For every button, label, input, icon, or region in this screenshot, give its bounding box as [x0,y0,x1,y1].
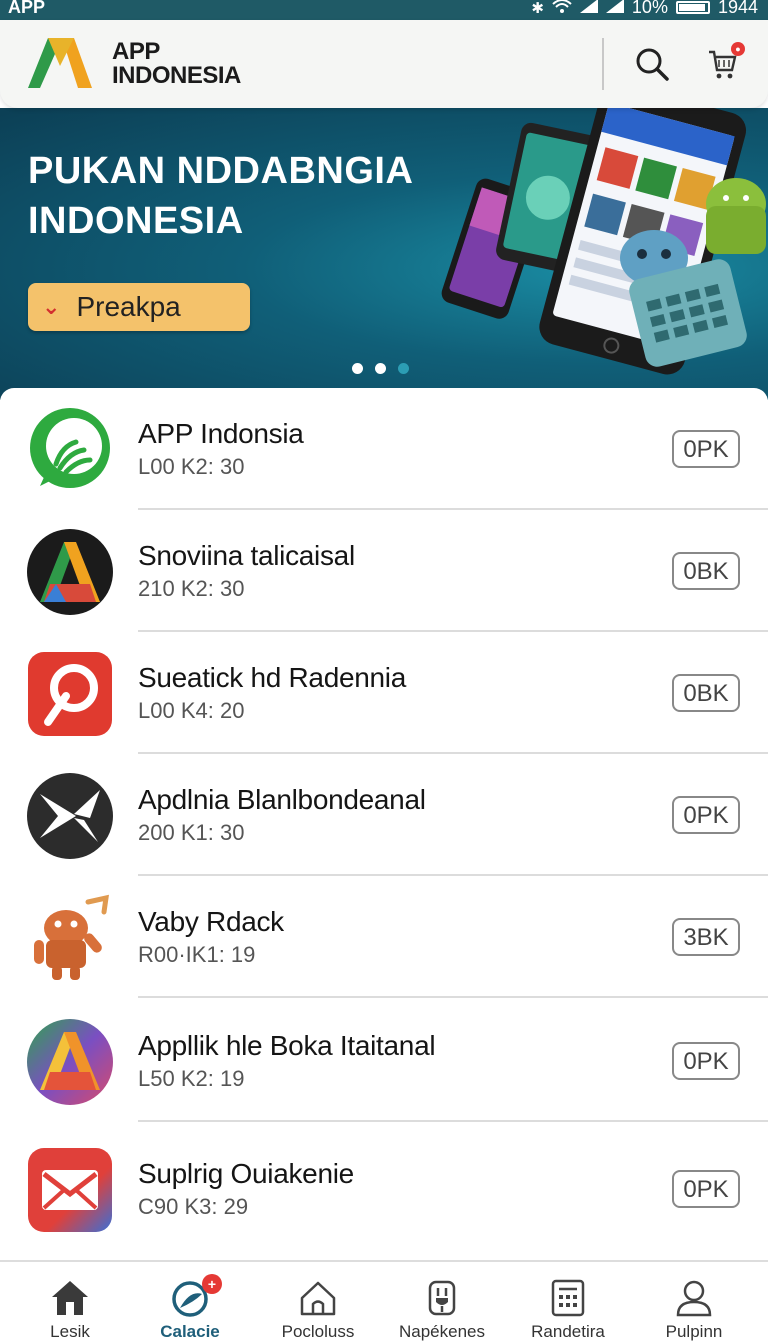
app-name: Vaby Rdack [138,906,284,937]
cart-button[interactable]: ● [702,42,745,84]
whatsapp-style-icon [30,408,110,488]
list-item[interactable]: APP Indonsia L00 K2: 30 0PK [0,388,768,510]
nav-badge: + [202,1274,222,1294]
cart-badge: ● [731,42,745,56]
status-bar: APP ✱ 10% 1944 [0,0,768,20]
home-icon [52,1281,88,1315]
app-name: Apdlnia Blanlbondeanal [138,784,426,815]
carousel-dot[interactable] [375,363,386,374]
calculator-icon [551,1279,585,1317]
app-meta: C90 K3: 29 [138,1194,249,1219]
carousel-dot[interactable] [398,363,409,374]
app-action-button[interactable]: 0PK [672,796,740,834]
list-item[interactable]: Appllik hle Boka Itaitanal L50 K2: 19 0P… [0,1000,768,1122]
app-name: Appllik hle Boka Itaitanal [138,1030,436,1061]
app-meta: R00·IK1: 19 [138,942,256,967]
header-divider [602,38,604,90]
search-button[interactable] [632,44,672,84]
triangle-logo-icon [27,529,113,615]
nav-label: Randetira [531,1322,605,1341]
nav-label: Lesik [50,1322,90,1341]
carousel-dot[interactable] [352,363,363,374]
app-list: APP Indonsia L00 K2: 30 0PK Snoviina tal… [0,388,768,1260]
nav-label: Napékenes [398,1322,485,1341]
nav-item-pocloluss[interactable]: Pocloluss [254,1262,382,1344]
nav-item-randetira[interactable]: Randetira [504,1262,632,1344]
row-divider [138,1120,768,1122]
nav-item-calacie[interactable]: + Calacie [126,1262,254,1344]
nav-label: Pulpinn [665,1322,723,1341]
app-name: Snoviina talicaisal [138,540,355,571]
app-meta: 210 K2: 30 [138,576,245,601]
list-item[interactable]: Sueatick hd Radennia L00 K4: 20 0BK [0,632,768,754]
list-item[interactable]: Suplrig Ouiakenie C90 K3: 29 0PK [0,1128,768,1250]
row-divider [138,996,768,998]
signal-icon [579,0,598,17]
app-logo [28,38,92,88]
pinterest-style-icon [28,652,112,736]
mail-icon [28,1148,112,1232]
status-right: ✱ 10% 1944 [531,0,758,18]
list-item[interactable]: Apdlnia Blanlbondeanal 200 K1: 30 0PK [0,754,768,876]
app-name: Sueatick hd Radennia [138,662,406,693]
app-meta: 200 K1: 30 [138,820,245,845]
app-header: APP INDONESIA ● [0,20,768,108]
promo-banner[interactable]: PUKAN NDDABNGIA INDONESIA ⌄ Preakpa [0,108,768,400]
app-name: APP Indonsia [138,418,304,449]
banner-cta-button[interactable]: ⌄ Preakpa [28,283,250,331]
house-outline-icon [300,1281,336,1316]
signal-icon [605,0,624,17]
status-time: 1944 [717,0,758,17]
nav-item-napekenes[interactable]: Napékenes [378,1262,506,1344]
banner-title: PUKAN NDDABNGIA INDONESIA [28,150,412,242]
app-meta: L00 K2: 30 [138,454,245,479]
banner-cta-label: Preakpa [76,291,181,322]
bottom-navigation: Lesik + Calacie Pocloluss Napékenes Rand… [0,1260,768,1344]
nav-label: Pocloluss [281,1322,355,1341]
app-action-button[interactable]: 3BK [672,918,740,956]
plug-icon [428,1280,456,1316]
app-action-button[interactable]: 0PK [672,1042,740,1080]
app-name: Suplrig Ouiakenie [138,1158,354,1189]
battery-icon [675,1,710,14]
bird-icon [27,773,113,859]
wifi-icon [552,0,572,17]
phones-illustration [441,108,766,375]
app-meta: L50 K2: 19 [138,1066,245,1091]
battery-percent: 10% [631,0,668,17]
brand-name: APP INDONESIA [112,40,241,88]
list-item[interactable]: Vaby Rdack R00·IK1: 19 3BK [0,876,768,998]
gradient-triangle-icon [27,1019,113,1105]
profile-icon [676,1280,712,1317]
status-carrier: APP [8,0,46,17]
app-action-button[interactable]: 0BK [672,674,740,712]
brand-line-1: APP [112,38,160,65]
app-action-button[interactable]: 0PK [672,430,740,468]
bluetooth-icon: ✱ [531,0,544,17]
nav-item-lesik[interactable]: Lesik [6,1262,134,1344]
android-robot-icon [34,894,109,980]
brand-line-2: INDONESIA [112,62,241,89]
carousel-dots [352,363,409,374]
nav-label: Calacie [160,1322,220,1341]
nav-item-pulpinn[interactable]: Pulpinn [630,1262,758,1344]
chevron-down-icon: ⌄ [42,294,61,319]
app-action-button[interactable]: 0BK [672,552,740,590]
app-action-button[interactable]: 0PK [672,1170,740,1208]
list-item[interactable]: Snoviina talicaisal 210 K2: 30 0BK [0,510,768,632]
search-icon [636,48,669,81]
app-meta: L00 K4: 20 [138,698,245,723]
